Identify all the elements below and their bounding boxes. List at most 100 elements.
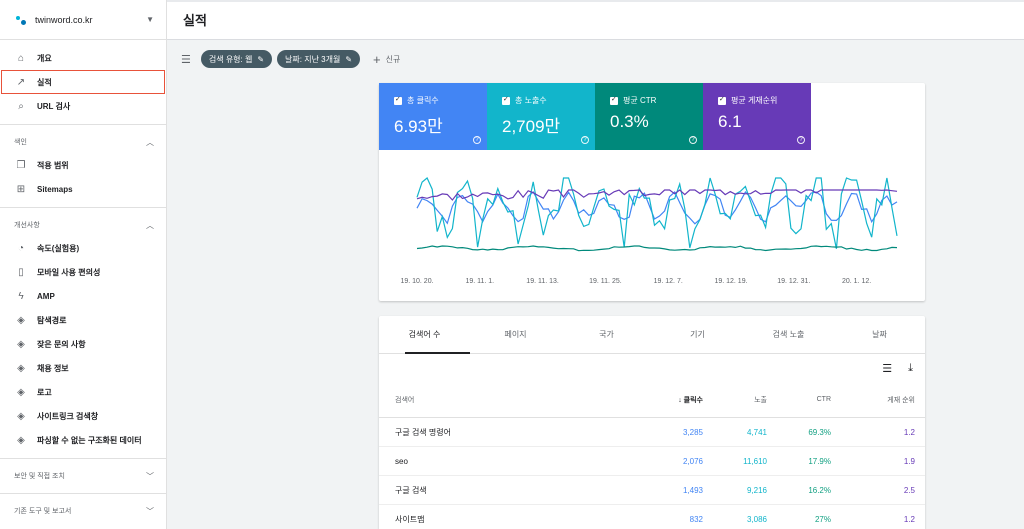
series-line — [416, 245, 898, 252]
layers-icon: ◈ — [17, 314, 25, 326]
tab-pages[interactable]: 페이지 — [470, 316, 561, 353]
chevron-up-icon: ︿ — [146, 220, 154, 230]
plus-icon: + — [373, 51, 381, 67]
chevron-up-icon: ︿ — [146, 137, 154, 147]
x-tick-label: 19. 11. 25. — [589, 278, 622, 285]
tab-dates[interactable]: 날짜 — [834, 316, 925, 353]
nav-mobile-usability-label: 모바일 사용 편의성 — [37, 267, 101, 277]
help-icon[interactable]: ? — [689, 136, 697, 144]
search-icon: ⌕ — [18, 100, 24, 112]
tab-devices[interactable]: 기기 — [652, 316, 743, 353]
nav-performance[interactable]: ↗ 실적 — [1, 70, 165, 94]
nav-overview[interactable]: ⌂ 개요 — [0, 46, 166, 70]
metric-average-position[interactable]: 평균 게재순위 6.1 ? — [703, 83, 811, 150]
column-header-ctr[interactable]: CTR — [767, 396, 831, 403]
cell-query: 사이트맵 — [395, 514, 425, 524]
filter-chip-label: 검색 유형: 웹 — [208, 54, 253, 64]
section-enhancements[interactable]: 개선사항 ︿ — [0, 214, 166, 236]
pencil-icon: ✎ — [345, 54, 353, 64]
help-icon[interactable]: ? — [797, 136, 805, 144]
filter-chip-search-type[interactable]: 검색 유형: 웹 ✎ — [200, 50, 273, 68]
metric-label: 총 노출수 — [515, 96, 547, 105]
section-security[interactable]: 보안 및 직접 조치 ﹀ — [0, 465, 166, 487]
nav-amp[interactable]: ϟ AMP — [0, 284, 166, 308]
column-header-query[interactable]: 검색어 — [379, 395, 645, 405]
nav-unparsable-structured-data[interactable]: ◈ 파싱할 수 없는 구조화된 데이터 — [0, 428, 166, 452]
nav-amp-label: AMP — [37, 291, 55, 301]
x-tick-label: 19. 10. 20. — [400, 278, 433, 285]
layers-icon: ◈ — [17, 386, 25, 398]
metric-total-clicks[interactable]: 총 클릭수 6.93만 ? — [379, 83, 487, 150]
nav-faq[interactable]: ◈ 잦은 문의 사항 — [0, 332, 166, 356]
section-legacy-label: 기존 도구 및 보고서 — [14, 508, 72, 515]
speedometer-icon: ◔ — [17, 242, 25, 254]
cell-impressions: 11,610 — [743, 456, 767, 466]
metric-average-ctr[interactable]: 평균 CTR 0.3% ? — [595, 83, 703, 150]
filter-icon[interactable]: ☰ — [181, 53, 191, 66]
phone-icon: ▯ — [18, 266, 24, 278]
series-line — [416, 177, 898, 249]
nav-breadcrumbs[interactable]: ◈ 탐색경로 — [0, 308, 166, 332]
sitemap-icon: ⊞ — [16, 183, 26, 195]
checkbox-checked-icon — [610, 95, 618, 105]
help-icon[interactable]: ? — [473, 136, 481, 144]
nav-url-inspection[interactable]: ⌕ URL 검사 — [0, 94, 166, 118]
trending-up-icon: ↗ — [16, 76, 26, 88]
property-selector[interactable]: twinword.co.kr ▼ — [0, 0, 166, 40]
nav-speed[interactable]: ◔ 속도(실험용) — [0, 236, 166, 260]
nav-sitemaps[interactable]: ⊞ Sitemaps — [0, 177, 166, 201]
cell-position: 1.2 — [903, 427, 915, 437]
table-row[interactable]: seo 2,076 11,610 17.9% 1.9 — [379, 447, 925, 476]
nav-mobile-usability[interactable]: ▯ 모바일 사용 편의성 — [0, 260, 166, 284]
nav-job-postings[interactable]: ◈ 채용 정보 — [0, 356, 166, 380]
help-icon[interactable]: ? — [581, 136, 589, 144]
cell-clicks: 1,493 — [682, 485, 703, 495]
new-filter-button[interactable]: + 신규 — [373, 52, 400, 67]
layers-icon: ◈ — [17, 362, 25, 374]
section-index[interactable]: 색인 ︿ — [0, 131, 166, 153]
filter-chip-date[interactable]: 날짜: 지난 3개월 ✎ — [277, 50, 361, 68]
download-icon[interactable]: ⤓ — [908, 362, 913, 375]
filter-chip-label: 날짜: 지난 3개월 — [285, 54, 341, 64]
cell-clicks: 832 — [689, 514, 703, 524]
cell-impressions: 9,216 — [746, 485, 767, 495]
nav-coverage[interactable]: ❐ 적용 범위 — [0, 153, 166, 177]
table-row[interactable]: 사이트맵 832 3,086 27% 1.2 — [379, 505, 925, 529]
x-tick-label: 19. 11. 13. — [526, 278, 559, 285]
cell-impressions: 3,086 — [746, 514, 767, 524]
performance-line-chart: 19. 10. 20. 19. 11. 1. 19. 11. 13. 19. 11. … — [400, 177, 898, 285]
table-row[interactable]: 구글 검색 1,493 9,216 16.2% 2.5 — [379, 476, 925, 505]
nav-performance-label: 실적 — [37, 77, 52, 87]
metric-label: 평균 CTR — [623, 96, 657, 105]
metric-value: 6.93만 — [394, 117, 443, 136]
cell-position: 1.2 — [903, 514, 915, 524]
nav-faq-label: 잦은 문의 사항 — [37, 339, 86, 349]
tab-search-appearance[interactable]: 검색 노출 — [743, 316, 834, 353]
cell-ctr: 69.3% — [808, 427, 831, 437]
x-tick-label: 19. 11. 1. — [465, 278, 494, 285]
nav-sitelinks-searchbox[interactable]: ◈ 사이트링크 검색창 — [0, 404, 166, 428]
x-tick-label: 19. 12. 7. — [654, 278, 683, 285]
copy-icon: ❐ — [16, 159, 26, 171]
home-icon: ⌂ — [17, 52, 25, 64]
queries-table-card: 검색어 수 페이지 국가 기기 검색 노출 날짜 ☰ ⤓ 검색어 ↓ 클릭수 노… — [379, 316, 925, 529]
nav-breadcrumbs-label: 탐색경로 — [37, 315, 67, 325]
section-enhancements-label: 개선사항 — [14, 222, 40, 229]
layers-icon: ◈ — [17, 434, 25, 446]
chevron-down-icon: ﹀ — [146, 506, 154, 516]
column-header-impressions[interactable]: 노출 — [703, 395, 767, 405]
table-filter-icon[interactable]: ☰ — [882, 362, 892, 375]
nav-unparsable-structured-data-label: 파싱할 수 없는 구조화된 데이터 — [37, 435, 142, 445]
tab-queries[interactable]: 검색어 수 — [379, 316, 470, 354]
table-row[interactable]: 구글 검색 명령어 3,285 4,741 69.3% 1.2 — [379, 418, 925, 447]
cell-clicks: 2,076 — [682, 456, 703, 466]
new-filter-label: 신규 — [385, 54, 401, 64]
column-header-position[interactable]: 게재 순위 — [831, 395, 915, 405]
column-header-clicks[interactable]: ↓ 클릭수 — [645, 395, 703, 405]
section-legacy[interactable]: 기존 도구 및 보고서 ﹀ — [0, 500, 166, 522]
nav-coverage-label: 적용 범위 — [37, 160, 69, 170]
metric-total-impressions[interactable]: 총 노출수 2,709만 ? — [487, 83, 595, 150]
page-header: 실적 — [167, 0, 1024, 40]
nav-logos[interactable]: ◈ 로고 — [0, 380, 166, 404]
tab-countries[interactable]: 국가 — [561, 316, 652, 353]
